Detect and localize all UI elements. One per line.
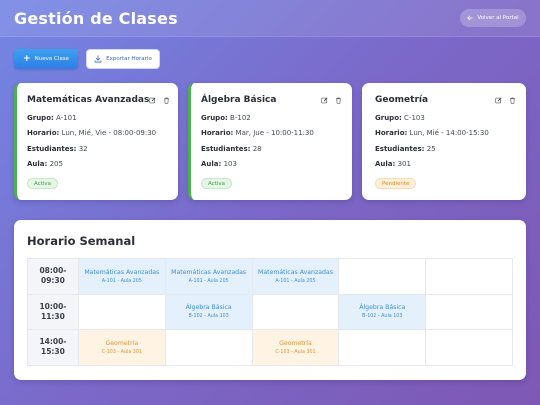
- group-value: C-103: [404, 113, 425, 122]
- class-card-title: Matemáticas Avanzadas: [27, 95, 150, 105]
- slot-class-name: Geometría: [279, 339, 312, 347]
- download-icon: [94, 55, 102, 63]
- room-value: 205: [49, 160, 63, 168]
- status-badge: Activa: [27, 178, 58, 189]
- group-value: B-102: [230, 113, 251, 122]
- students-label: Estudiantes:: [27, 144, 77, 153]
- edit-icon[interactable]: [321, 96, 328, 104]
- schedule-label: Horario:: [375, 129, 408, 137]
- arrow-left-icon: [467, 15, 474, 21]
- time-start: 14:00-: [39, 337, 67, 347]
- time-slot-label: 08:00- 09:30: [28, 259, 79, 295]
- students-value: 28: [252, 144, 262, 153]
- slot-details: A-101 - Aula 205: [101, 278, 142, 284]
- empty-schedule-slot: [252, 294, 340, 330]
- top-bar: Gestión de Clases Volver al Portal: [0, 0, 540, 37]
- schedule-slot[interactable]: Geometría C-103 - Aula 301: [78, 330, 166, 366]
- schedule-slot[interactable]: Geometría C-103 - Aula 301: [252, 330, 340, 366]
- slot-details: C-103 - Aula 301: [101, 349, 142, 355]
- slot-class-name: Álgebra Básica: [359, 304, 406, 312]
- schedule-slot[interactable]: Matemáticas Avanzadas A-101 - Aula 205: [165, 259, 253, 295]
- empty-schedule-slot: [426, 294, 514, 330]
- slot-class-name: Matemáticas Avanzadas: [171, 268, 247, 276]
- empty-schedule-slot: [78, 294, 166, 330]
- slot-details: C-103 - Aula 301: [275, 349, 316, 355]
- export-schedule-button[interactable]: Exportar Horario: [86, 49, 160, 69]
- status-badge: Pendiente: [375, 178, 417, 189]
- trash-icon[interactable]: [163, 97, 170, 104]
- time-end: 15:30: [41, 347, 65, 357]
- students-label: Estudiantes:: [375, 144, 425, 153]
- schedule-value: Lun, Mié, Vie - 08:00-09:30: [61, 129, 157, 137]
- group-value: A-101: [56, 113, 77, 122]
- trash-icon[interactable]: [335, 97, 342, 104]
- schedule-grid: 08:00- 09:30 Matemáticas Avanzadas A-101 - …: [27, 258, 514, 366]
- slot-details: B-102 - Aula 103: [188, 314, 229, 320]
- class-card-title: Álgebra Básica: [201, 95, 277, 105]
- class-card: Matemáticas Avanzadas Grupo: A-101 Horar…: [14, 83, 178, 200]
- room-label: Aula:: [27, 160, 48, 168]
- schedule-value: Lun, Mié - 14:00-15:30: [409, 129, 489, 137]
- edit-icon[interactable]: [149, 96, 156, 104]
- slot-class-name: Matemáticas Avanzadas: [84, 268, 160, 276]
- schedule-title: Horario Semanal: [27, 234, 136, 248]
- export-schedule-label: Exportar Horario: [106, 56, 152, 62]
- time-end: 09:30: [41, 276, 65, 286]
- time-slot-label: 14:00- 15:30: [28, 330, 79, 366]
- room-label: Aula:: [375, 160, 396, 168]
- empty-schedule-slot: [165, 330, 253, 366]
- time-end: 11:30: [41, 311, 65, 321]
- schedule-label: Horario:: [27, 129, 60, 137]
- class-card: Álgebra Básica Grupo: B-102 Horario: Mar…: [188, 83, 352, 200]
- slot-class-name: Geometría: [105, 339, 139, 347]
- time-start: 10:00-: [39, 301, 67, 311]
- group-label: Grupo:: [375, 113, 402, 122]
- room-label: Aula:: [201, 160, 222, 168]
- back-button-label: Volver al Portal: [477, 15, 519, 21]
- plus-icon: +: [23, 53, 31, 64]
- group-label: Grupo:: [27, 113, 54, 122]
- schedule-label: Horario:: [201, 129, 234, 137]
- schedule-slot[interactable]: Matemáticas Avanzadas A-101 - Aula 205: [78, 259, 166, 295]
- schedule-row: 14:00- 15:30 Geometría C-103 - Aula 301 Geom…: [28, 330, 514, 366]
- new-class-button[interactable]: + Nueva Clase: [14, 49, 78, 69]
- time-start: 08:00-: [39, 266, 67, 276]
- schedule-slot[interactable]: Álgebra Básica B-102 - Aula 103: [165, 294, 253, 330]
- class-card-title: Geometría: [375, 95, 429, 105]
- empty-schedule-slot: [339, 330, 427, 366]
- time-slot-label: 10:00- 11:30: [28, 294, 79, 330]
- slot-class-name: Álgebra Básica: [185, 304, 232, 312]
- students-value: 25: [426, 144, 436, 153]
- edit-icon[interactable]: [495, 96, 502, 104]
- slot-details: B-102 - Aula 103: [362, 314, 403, 320]
- slot-details: A-101 - Aula 205: [188, 278, 229, 284]
- schedule-value: Mar, Jue - 10:00-11:30: [235, 129, 314, 137]
- schedule-row: 08:00- 09:30 Matemáticas Avanzadas A-101 - …: [28, 259, 514, 295]
- action-bar: + Nueva Clase Exportar Horario: [14, 49, 160, 69]
- back-to-portal-button[interactable]: Volver al Portal: [460, 9, 526, 27]
- empty-schedule-slot: [339, 259, 427, 295]
- room-value: 301: [397, 160, 411, 168]
- room-value: 103: [223, 160, 237, 168]
- trash-icon[interactable]: [509, 97, 516, 104]
- schedule-slot[interactable]: Álgebra Básica B-102 - Aula 103: [339, 294, 427, 330]
- class-card: Geometría Grupo: C-103 Horario: Lun, Mié…: [362, 83, 526, 200]
- students-value: 32: [78, 144, 88, 153]
- schedule-slot[interactable]: Matemáticas Avanzadas A-101 - Aula 205: [252, 259, 340, 295]
- schedule-row: 10:00- 11:30 Álgebra Básica B-102 - Aula 10…: [28, 294, 514, 330]
- students-label: Estudiantes:: [201, 144, 251, 153]
- weekly-schedule-panel: Horario Semanal 08:00- 09:30 Matemáticas A…: [14, 220, 526, 380]
- slot-details: A-101 - Aula 205: [275, 278, 316, 284]
- slot-class-name: Matemáticas Avanzadas: [257, 268, 333, 276]
- page-title: Gestión de Clases: [14, 9, 178, 28]
- status-badge: Activa: [201, 178, 232, 189]
- empty-schedule-slot: [426, 330, 514, 366]
- empty-schedule-slot: [426, 259, 514, 295]
- group-label: Grupo:: [201, 113, 228, 122]
- new-class-label: Nueva Clase: [34, 56, 69, 62]
